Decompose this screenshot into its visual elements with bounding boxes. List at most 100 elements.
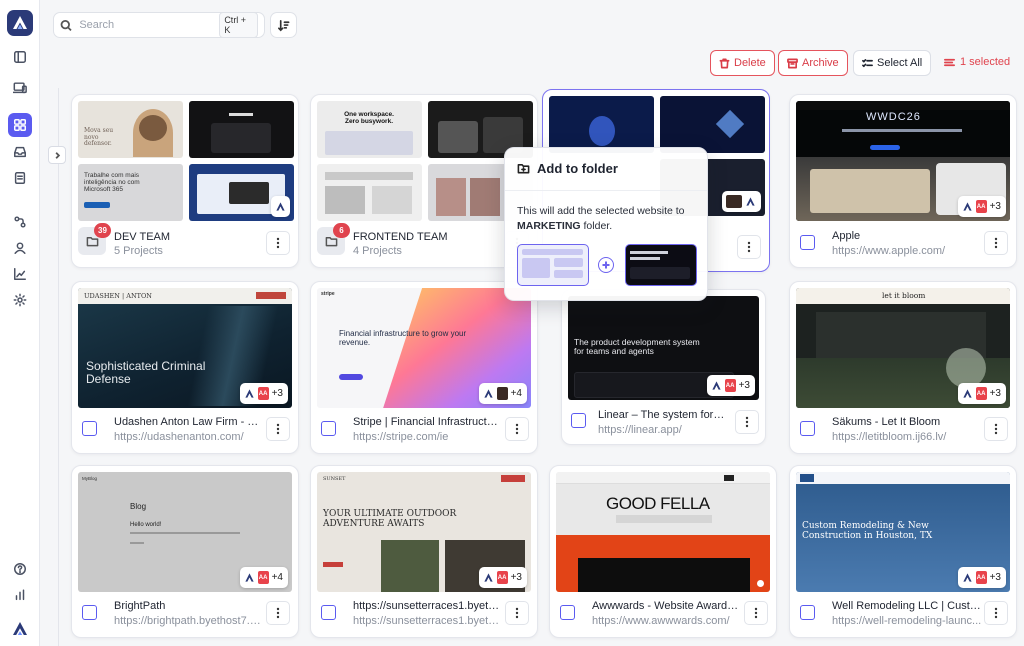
expand-panel-button[interactable] xyxy=(48,146,66,164)
workflow-icon[interactable] xyxy=(8,210,32,234)
select-checkbox[interactable] xyxy=(800,421,815,436)
website-url[interactable]: https://linear.app/ xyxy=(598,424,726,436)
sidebar-toggle-icon[interactable] xyxy=(8,45,32,69)
collaborator-badge: AA +3 xyxy=(239,383,288,404)
website-url[interactable]: https://well-remodeling-launc... xyxy=(832,615,982,627)
website-thumbnail: Custom Remodeling & New Construction in … xyxy=(796,472,1010,592)
brand-logo-icon xyxy=(962,573,972,582)
select-checkbox[interactable] xyxy=(571,413,586,428)
more-options-button[interactable] xyxy=(744,601,768,625)
website-card[interactable]: The product development system for teams… xyxy=(561,289,766,445)
collaborator-badge: AA +4 xyxy=(239,567,288,588)
collaborator-badge: AA +3 xyxy=(478,567,527,588)
card-footer: Säkums - Let It Bloom https://letitbloom… xyxy=(790,409,1016,453)
settings-icon[interactable] xyxy=(8,288,32,312)
folder-plus-icon xyxy=(517,163,530,174)
brand-logo-icon xyxy=(746,197,755,206)
website-url[interactable]: https://www.awwwards.com/ xyxy=(592,615,742,627)
more-options-button[interactable] xyxy=(984,231,1008,255)
preview-thumbnail xyxy=(317,164,422,221)
more-vertical-icon xyxy=(515,607,519,619)
preview-headline: YOUR ULTIMATE OUTDOOR ADVENTURE AWAITS xyxy=(323,509,457,529)
website-card[interactable]: UDASHEN | ANTON Sophisticated Criminal D… xyxy=(71,281,299,454)
website-url[interactable]: https://letitbloom.ij66.lv/ xyxy=(832,431,982,443)
website-title: Säkums - Let It Bloom xyxy=(832,416,941,428)
extra-collaborators: +4 xyxy=(271,572,283,583)
grid-icon[interactable] xyxy=(8,113,32,137)
sort-icon xyxy=(278,19,290,31)
brand-logo-icon xyxy=(244,389,254,398)
document-icon[interactable] xyxy=(8,166,32,190)
more-options-button[interactable] xyxy=(505,417,529,441)
select-checkbox[interactable] xyxy=(800,605,815,620)
select-checkbox[interactable] xyxy=(321,605,336,620)
select-checkbox[interactable] xyxy=(82,421,97,436)
selection-counter[interactable]: 1 selected xyxy=(944,56,1010,68)
brand-logo-icon xyxy=(244,573,254,582)
more-vertical-icon xyxy=(276,237,280,249)
select-checkbox[interactable] xyxy=(82,605,97,620)
preview-thumbnail xyxy=(660,96,765,153)
preview-thumbnail: Trabalhe com mais inteligência no com Mi… xyxy=(78,164,183,221)
inbox-icon[interactable] xyxy=(8,140,32,164)
stats-icon[interactable] xyxy=(8,583,32,607)
search-bar[interactable]: Ctrl + K xyxy=(53,12,265,38)
more-options-button[interactable] xyxy=(266,417,290,441)
card-footer: Stripe | Financial Infrastructur... http… xyxy=(311,409,537,453)
preview-brand: MyBlog xyxy=(82,476,98,481)
more-options-button[interactable] xyxy=(984,601,1008,625)
more-vertical-icon xyxy=(276,423,280,435)
preview-headline: Financial infrastructure to grow your re… xyxy=(339,329,467,347)
shortcut-hint: Ctrl + K xyxy=(219,12,258,38)
search-icon xyxy=(60,19,72,31)
delete-button[interactable]: Delete xyxy=(710,50,775,76)
logo-icon[interactable] xyxy=(7,10,33,36)
more-options-button[interactable] xyxy=(266,231,290,255)
website-title: Well Remodeling LLC | Custo... xyxy=(832,600,982,612)
chevron-right-icon xyxy=(55,151,60,159)
workspace-logo-icon[interactable] xyxy=(8,616,32,640)
website-url[interactable]: https://www.apple.com/ xyxy=(832,245,982,257)
help-icon[interactable] xyxy=(8,557,32,581)
select-checkbox[interactable] xyxy=(560,605,575,620)
card-footer: 39 DEV TEAM 5 Projects xyxy=(72,223,298,267)
website-card[interactable]: Custom Remodeling & New Construction in … xyxy=(789,465,1017,638)
avatar: AA xyxy=(257,387,269,400)
select-all-button[interactable]: Select All xyxy=(853,50,932,76)
more-options-button[interactable] xyxy=(984,417,1008,441)
sort-button[interactable] xyxy=(270,12,297,38)
select-checkbox[interactable] xyxy=(321,421,336,436)
website-card[interactable]: let it bloom AA +3 Säkums - Let It Bloom… xyxy=(789,281,1017,454)
website-url[interactable]: https://sunsetterraces1.byeth... xyxy=(353,615,503,627)
folder-count-badge: 6 xyxy=(333,223,350,238)
search-input[interactable] xyxy=(79,19,220,31)
archive-button[interactable]: Archive xyxy=(778,50,848,76)
user-icon[interactable] xyxy=(8,236,32,260)
website-card[interactable]: WWDC26 AA +3 Apple https://www.apple.com… xyxy=(789,94,1017,268)
brand-logo-icon xyxy=(962,389,972,398)
avatar xyxy=(496,387,508,400)
more-options-button[interactable] xyxy=(266,601,290,625)
preview-thumbnail xyxy=(549,96,654,153)
folder-card[interactable]: Mova seu novo defensor. Trabalhe com mai… xyxy=(71,94,299,268)
delete-label: Delete xyxy=(734,57,766,69)
website-url[interactable]: https://udashenanton.com/ xyxy=(114,431,264,443)
preview-thumbnail: Mova seu novo defensor. xyxy=(78,101,183,158)
folder-name: FRONTEND TEAM xyxy=(353,231,448,243)
website-card[interactable]: stripe Financial infrastructure to grow … xyxy=(310,281,538,454)
website-url[interactable]: https://brightpath.byethost7.c... xyxy=(114,615,264,627)
more-options-button[interactable] xyxy=(737,235,761,259)
folder-preview-grid: Mova seu novo defensor. Trabalhe com mai… xyxy=(78,101,294,221)
folder-icon: 39 xyxy=(78,223,111,255)
preview-headline: Custom Remodeling & New Construction in … xyxy=(802,521,933,541)
select-checkbox[interactable] xyxy=(800,235,815,250)
more-options-button[interactable] xyxy=(735,410,759,434)
website-card[interactable]: SUNSET YOUR ULTIMATE OUTDOOR ADVENTURE A… xyxy=(310,465,538,638)
website-card[interactable]: MyBlog Blog Hello world! AA +4 BrightPat… xyxy=(71,465,299,638)
website-card[interactable]: GOOD FELLA Awwwards - Website Awards ...… xyxy=(549,465,777,638)
more-options-button[interactable] xyxy=(505,601,529,625)
message-prefix: This will add the selected website to xyxy=(517,205,685,217)
chart-icon[interactable] xyxy=(8,262,32,286)
devices-icon[interactable] xyxy=(8,76,32,100)
website-url[interactable]: https://stripe.com/ie xyxy=(353,431,503,443)
